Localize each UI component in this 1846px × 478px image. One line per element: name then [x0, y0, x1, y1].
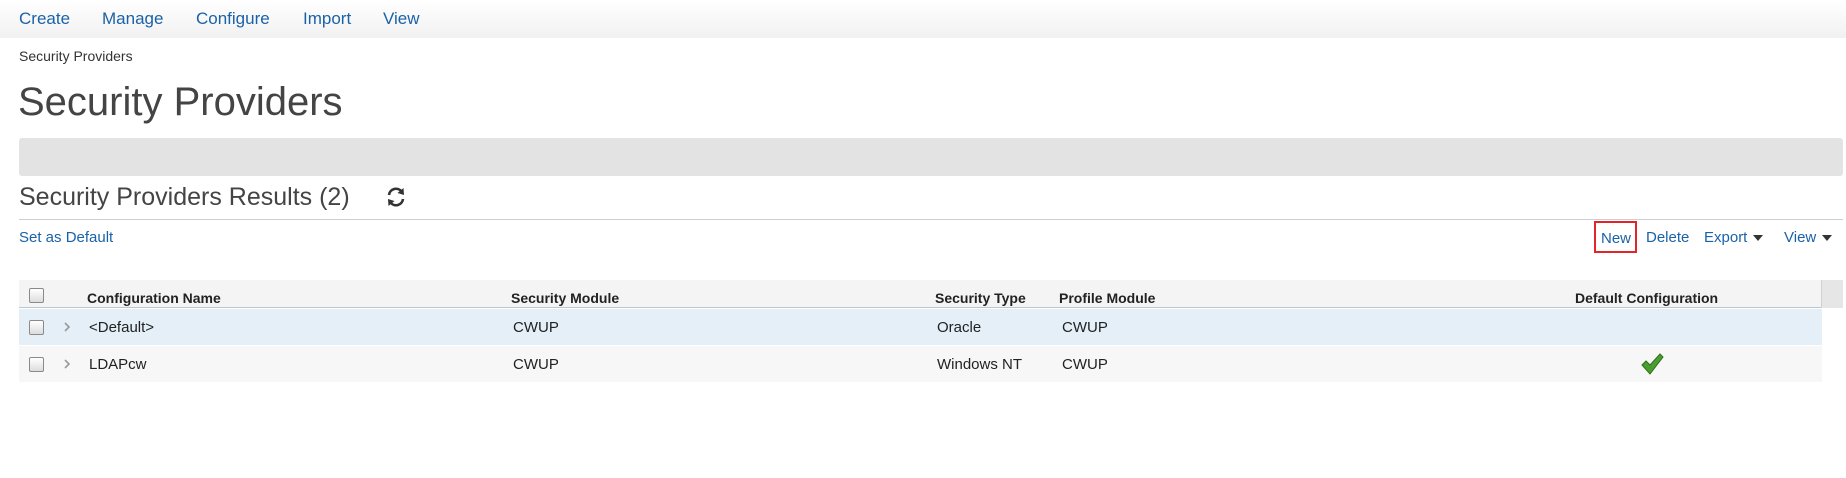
new-button[interactable]: New	[1594, 221, 1637, 253]
table-row[interactable]: <Default> CWUP Oracle CWUP	[19, 309, 1822, 345]
export-menu[interactable]: Export	[1704, 229, 1764, 246]
new-button-label: New	[1601, 230, 1632, 247]
cell-configuration-name: LDAPcw	[89, 356, 147, 373]
column-configuration-name[interactable]: Configuration Name	[87, 290, 221, 306]
cell-security-type: Windows NT	[937, 356, 1023, 373]
cell-configuration-name: <Default>	[89, 319, 155, 336]
delete-button[interactable]: Delete	[1646, 229, 1689, 246]
view-menu[interactable]: View	[1784, 229, 1833, 246]
nav-import[interactable]: Import	[303, 9, 351, 29]
refresh-icon[interactable]	[385, 186, 407, 208]
caret-down-icon	[1822, 235, 1833, 242]
column-security-module[interactable]: Security Module	[511, 290, 619, 306]
grid-header: Configuration Name Security Module Secur…	[19, 280, 1843, 308]
filter-bar	[19, 138, 1843, 176]
row-checkbox[interactable]	[29, 320, 44, 335]
chevron-right-icon[interactable]	[62, 320, 72, 334]
cell-security-module: CWUP	[513, 356, 559, 373]
column-security-type[interactable]: Security Type	[935, 290, 1026, 306]
set-as-default-link[interactable]: Set as Default	[19, 229, 113, 246]
cell-profile-module: CWUP	[1062, 356, 1108, 373]
select-all-checkbox[interactable]	[29, 288, 44, 303]
cell-profile-module: CWUP	[1062, 319, 1108, 336]
section-divider	[19, 219, 1843, 220]
page-title: Security Providers	[18, 80, 343, 124]
top-nav: Create Manage Configure Import View	[0, 0, 1846, 38]
table-row[interactable]: LDAPcw CWUP Windows NT CWUP	[19, 346, 1822, 382]
breadcrumb: Security Providers	[19, 48, 133, 64]
nav-view[interactable]: View	[383, 9, 420, 29]
check-icon	[1641, 353, 1664, 375]
chevron-right-icon[interactable]	[62, 357, 72, 371]
column-profile-module[interactable]: Profile Module	[1059, 290, 1155, 306]
cell-security-type: Oracle	[937, 319, 982, 336]
view-label: View	[1784, 229, 1817, 246]
cell-security-module: CWUP	[513, 319, 559, 336]
nav-configure[interactable]: Configure	[196, 9, 270, 29]
row-checkbox[interactable]	[29, 357, 44, 372]
nav-create[interactable]: Create	[19, 9, 70, 29]
column-menu-stub	[1821, 280, 1843, 308]
results-title: Security Providers Results (2)	[19, 183, 350, 211]
export-label: Export	[1704, 229, 1748, 246]
column-default-configuration[interactable]: Default Configuration	[1575, 290, 1718, 306]
caret-down-icon	[1753, 235, 1764, 242]
nav-manage[interactable]: Manage	[102, 9, 163, 29]
